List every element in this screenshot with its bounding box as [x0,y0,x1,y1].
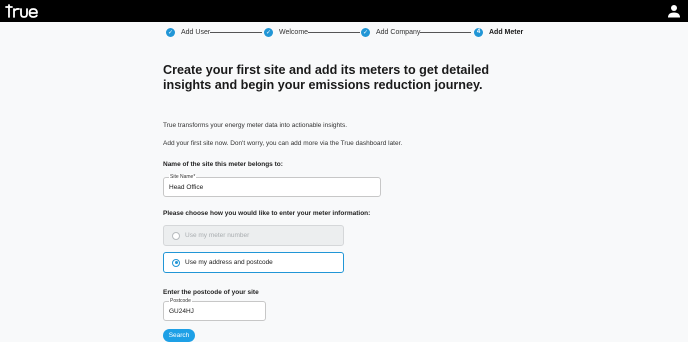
site-name-value[interactable]: Head Office [169,184,203,191]
step-add-company: ✓ Add Company [361,26,420,38]
page-title: Create your first site and add its meter… [163,63,490,92]
option-address-postcode[interactable]: Use my address and postcode [163,252,344,273]
intro-text-secondary: Add your first site now. Don't worry, yo… [163,140,403,147]
person-icon[interactable] [667,4,681,18]
intro-text: True transforms your energy meter data i… [163,122,348,129]
method-question: Please choose how you would like to ente… [163,210,371,217]
step-connector [210,32,262,33]
step-welcome: ✓ Welcome [264,26,308,38]
step-label: Add User [181,28,211,36]
step-connector [308,32,360,33]
top-bar [0,0,688,22]
site-name-field[interactable]: Site Name* Head Office [163,174,381,197]
step-add-user: ✓ Add User [166,26,210,38]
step-number: 4 [474,27,483,37]
site-name-question: Name of the site this meter belongs to: [163,161,283,168]
step-add-meter: 4 Add Meter [474,26,523,38]
postcode-label: Postcode [169,298,192,305]
postcode-value[interactable]: GU24HJ [169,308,194,315]
step-label: Add Company [376,28,421,36]
step-connector [420,32,471,33]
postcode-question: Enter the postcode of your site [163,289,259,296]
step-label: Welcome [279,28,309,36]
search-button[interactable]: Search [163,329,195,342]
check-icon: ✓ [264,27,273,37]
check-icon: ✓ [166,27,175,37]
option-meter-number[interactable]: Use my meter number [163,225,344,246]
check-icon: ✓ [361,27,370,37]
option-label: Use my address and postcode [185,259,273,266]
progress-stepper: ✓ Add User ✓ Welcome ✓ Add Company 4 Add… [165,26,525,38]
radio-button-selected[interactable] [172,258,180,267]
option-label: Use my meter number [185,232,250,239]
postcode-field[interactable]: Postcode GU24HJ [163,298,266,321]
site-name-label: Site Name* [169,174,197,181]
step-label: Add Meter [489,28,524,36]
true-logo[interactable] [5,3,39,19]
radio-button[interactable] [172,231,180,240]
